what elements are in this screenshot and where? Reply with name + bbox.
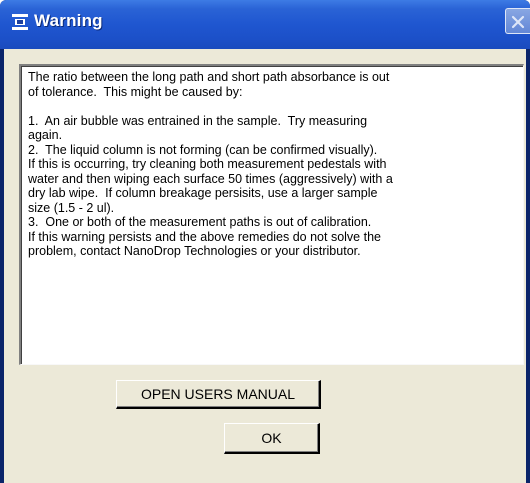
message-line: If this warning persists and the above r…	[28, 229, 381, 244]
message-line: again.	[28, 128, 63, 142]
message-line: dry lab wipe. If column breakage persisi…	[28, 186, 378, 200]
close-button[interactable]	[505, 8, 530, 34]
message-line: 2. The liquid column is not forming (can…	[28, 142, 378, 157]
close-icon	[511, 15, 525, 29]
title-bar[interactable]: Warning	[0, 0, 530, 49]
dialog-client-area: The ratio between the long path and shor…	[4, 49, 526, 483]
message-line: 1. An air bubble was entrained in the sa…	[28, 113, 368, 128]
message-line: of tolerance. This might be caused by:	[28, 84, 243, 99]
message-textbox[interactable]: The ratio between the long path and shor…	[19, 64, 524, 365]
window-title: Warning	[34, 11, 103, 30]
message-line: problem, contact NanoDrop Technologies o…	[28, 244, 361, 258]
message-line: 3. One or both of the measurement paths …	[28, 215, 372, 229]
message-line: water and then wiping each surface 50 ti…	[28, 171, 393, 186]
message-line: The ratio between the long path and shor…	[28, 70, 390, 84]
nanodrop-app-icon	[12, 14, 28, 30]
open-users-manual-button[interactable]: OPEN USERS MANUAL	[116, 380, 321, 409]
message-line	[28, 99, 515, 114]
ok-button[interactable]: OK	[224, 423, 320, 454]
message-line: size (1.5 - 2 ul).	[28, 200, 115, 215]
message-line: If this is occurring, try cleaning both …	[28, 157, 387, 171]
warning-dialog: Warning The ratio between the long path …	[0, 0, 530, 483]
